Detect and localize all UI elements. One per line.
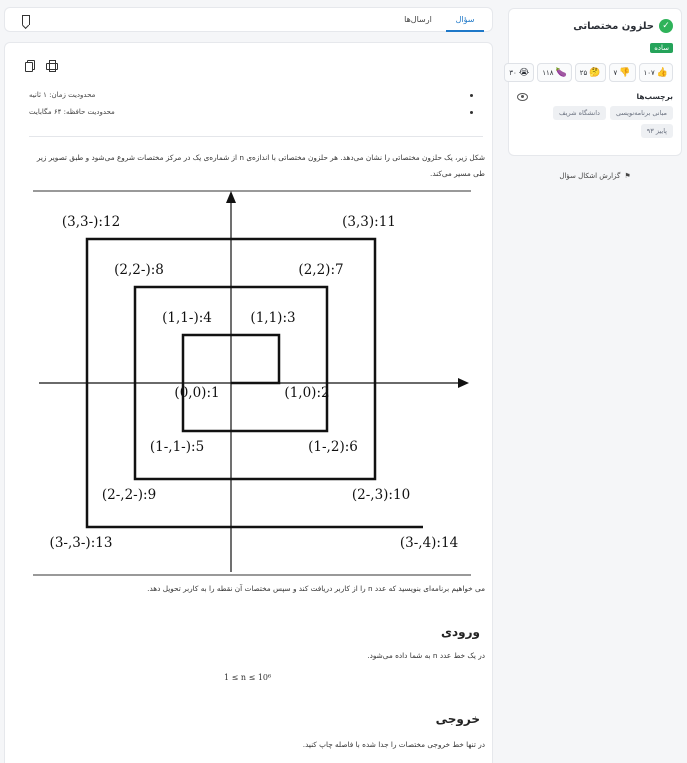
reaction-count: ۱۱۸ bbox=[542, 68, 554, 77]
tag-chip[interactable]: دانشگاه شریف bbox=[553, 106, 606, 120]
report-issue-text: گزارش اشکال سؤال bbox=[559, 172, 621, 180]
point-label: 8:(-2,2) bbox=[114, 262, 164, 278]
statement-task: می خواهیم برنامه‌ای بنویسید که عدد n را … bbox=[147, 584, 485, 593]
reaction-button[interactable]: 🍆 ۱۱۸ bbox=[537, 63, 572, 82]
reaction-button[interactable]: 👍 ۱۰۷ bbox=[638, 63, 673, 82]
point-label: 7:(2,2) bbox=[298, 262, 343, 278]
problem-title: ✓ حلزون مختصاتی bbox=[517, 17, 673, 35]
tags-list: مبانی برنامه‌نویسی دانشگاه شریف پاییز ۹۳ bbox=[517, 106, 673, 138]
coordinate-spiral-figure: 1:(0,0) 2:(1,0) 3:(1,1) 4:(-1,1) 5:(-1,-1) 6:… bbox=[33, 190, 471, 576]
eggplant-icon: 🍆 bbox=[555, 67, 567, 78]
problem-info-card: ✓ حلزون مختصاتی ساده 👍 ۱۰۷ 👎 ۷ 🤔 ۲۵ 🍆 ۱۱۸ 😭 ۳۰ بر… bbox=[504, 8, 682, 156]
point-label: 4:(-1,1) bbox=[162, 310, 212, 326]
tag-chip[interactable]: پاییز ۹۳ bbox=[640, 124, 673, 138]
tab-submissions[interactable]: ارسال‌ها bbox=[396, 8, 440, 32]
limits-list: محدودیت زمان: ۱ ثانیه محدودیت حافظه: ۶۴ … bbox=[29, 91, 479, 125]
point-label: 9:(-2,-2) bbox=[102, 487, 156, 503]
reaction-count: ۷ bbox=[613, 68, 618, 77]
reaction-button[interactable]: 😭 ۳۰ bbox=[504, 63, 535, 82]
x-axis-arrow bbox=[458, 378, 469, 388]
print-icon[interactable] bbox=[46, 60, 58, 72]
input-heading: ورودی bbox=[441, 625, 480, 639]
statement-intro: شکل زیر، یک حلزون مختصاتی را نشان می‌دهد… bbox=[36, 153, 485, 178]
point-label: 3:(1,1) bbox=[250, 310, 295, 326]
memory-limit: محدودیت حافظه: ۶۴ مگابایت bbox=[29, 108, 115, 116]
reaction-button[interactable]: 🤔 ۲۵ bbox=[574, 63, 606, 82]
y-axis-arrow bbox=[226, 191, 236, 203]
reactions-bar: 👍 ۱۰۷ 👎 ۷ 🤔 ۲۵ 🍆 ۱۱۸ 😭 ۳۰ bbox=[504, 63, 673, 82]
eye-icon[interactable] bbox=[517, 92, 528, 101]
crying-face-icon: 😭 bbox=[518, 67, 530, 78]
reaction-count: ۲۵ bbox=[579, 68, 588, 77]
report-issue-link[interactable]: ⚑گزارش اشکال سؤال bbox=[508, 172, 682, 180]
problem-statement-card: محدودیت زمان: ۱ ثانیه محدودیت حافظه: ۶۴ … bbox=[4, 42, 493, 763]
thinking-face-icon: 🤔 bbox=[589, 67, 601, 78]
output-heading: خروجی bbox=[435, 712, 480, 726]
thumbs-up-icon: 👍 bbox=[656, 67, 668, 78]
point-label: 2:(1,0) bbox=[284, 385, 329, 401]
copy-icon[interactable] bbox=[25, 60, 36, 72]
time-limit: محدودیت زمان: ۱ ثانیه bbox=[29, 91, 96, 99]
difficulty-badge: ساده bbox=[650, 43, 673, 53]
point-label: 12:(-3,3) bbox=[62, 214, 120, 230]
tags-header: برچسب‌ها bbox=[517, 92, 673, 101]
reaction-count: ۳۰ bbox=[509, 68, 517, 77]
input-text: در یک خط عدد n به شما داده می‌شود. bbox=[367, 651, 485, 660]
divider bbox=[29, 136, 483, 137]
reaction-count: ۱۰۷ bbox=[643, 68, 655, 77]
point-label: 1:(0,0) bbox=[174, 385, 219, 401]
tag-chip[interactable]: مبانی برنامه‌نویسی bbox=[609, 106, 673, 120]
bullet bbox=[470, 111, 473, 114]
tags-label: برچسب‌ها bbox=[636, 92, 673, 101]
output-text: در تنها خط خروجی مختصات را جدا شده با فا… bbox=[302, 740, 485, 749]
reaction-button[interactable]: 👎 ۷ bbox=[608, 63, 636, 82]
point-label: 13:(-3,-3) bbox=[50, 535, 113, 551]
thumbs-down-icon: 👎 bbox=[619, 67, 631, 78]
tab-question[interactable]: سؤال bbox=[446, 8, 484, 32]
point-label: 5:(-1,-1) bbox=[150, 439, 204, 455]
tabs-bar: سؤال ارسال‌ها bbox=[4, 7, 493, 32]
point-label: 11:(3,3) bbox=[342, 214, 396, 230]
point-label: 10:(3,-2) bbox=[352, 487, 410, 503]
point-label: 6:(2,-1) bbox=[308, 439, 358, 455]
problem-title-text: حلزون مختصاتی bbox=[573, 20, 654, 32]
flag-icon: ⚑ bbox=[624, 172, 631, 180]
input-constraint: 1 ≤ n ≤ 10⁶ bbox=[224, 673, 272, 682]
bookmark-icon[interactable] bbox=[22, 15, 30, 25]
point-label: 14:(4,-3) bbox=[400, 535, 458, 551]
bullet bbox=[470, 94, 473, 97]
check-circle-icon: ✓ bbox=[659, 19, 673, 33]
